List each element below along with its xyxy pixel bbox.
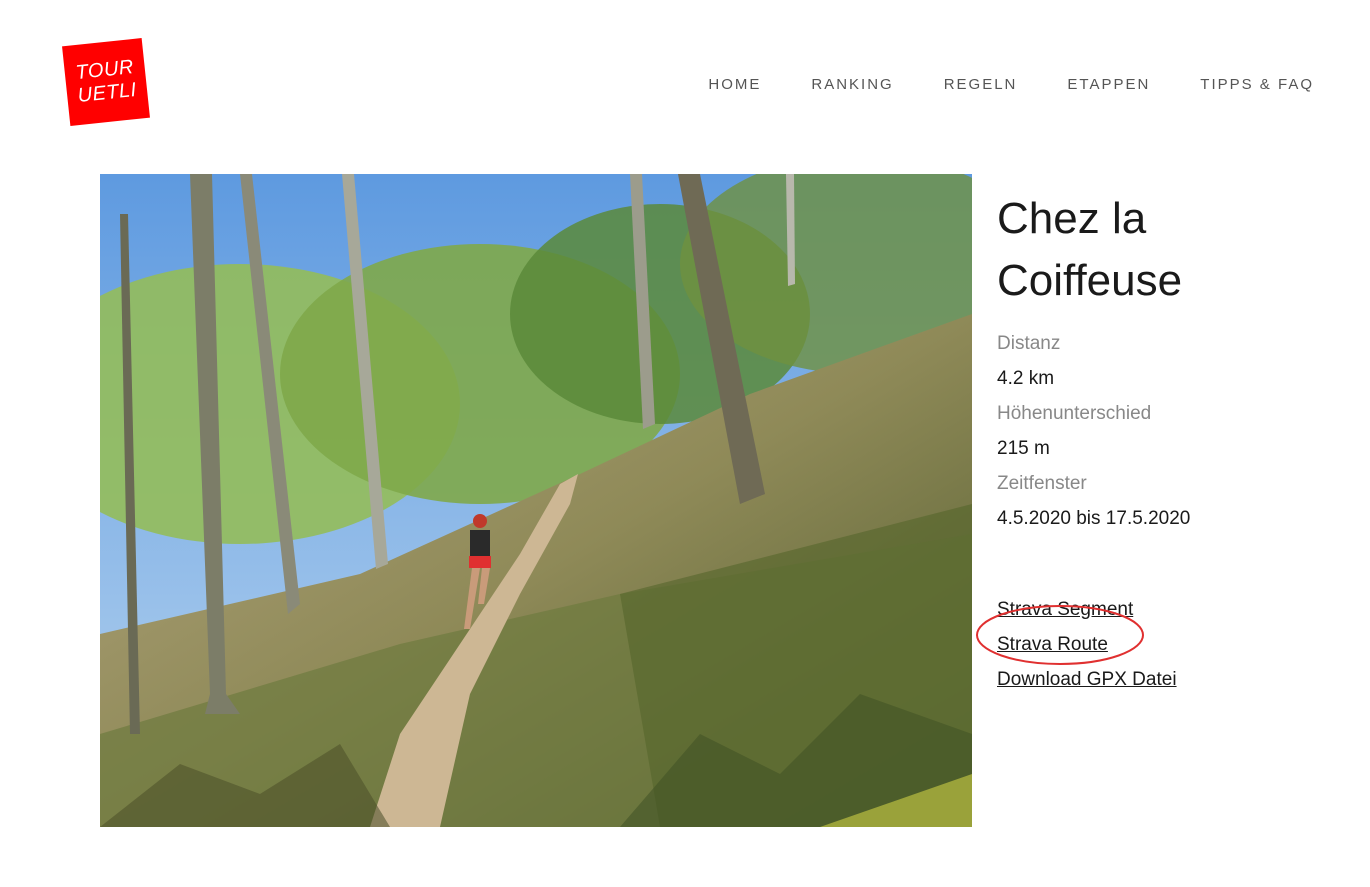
stage-links: Strava Segment Strava Route Download GPX… [997, 592, 1327, 697]
download-gpx-link[interactable]: Download GPX Datei [997, 662, 1327, 697]
stage-title-line-2: Coiffeuse [997, 256, 1183, 305]
stage-photo [100, 174, 972, 827]
distance-value: 4.2 km [997, 368, 1055, 389]
strava-segment-link[interactable]: Strava Segment [997, 592, 1327, 627]
stage-info: Chez la Coiffeuse Distanz 4.2 km Höhenun… [997, 188, 1327, 697]
nav-etappen[interactable]: ETAPPEN [1067, 76, 1150, 93]
tour-uetli-logo[interactable]: TOUR UETLI [62, 38, 150, 126]
time-window-label: Zeitfenster [997, 473, 1087, 494]
nav-ranking[interactable]: RANKING [811, 76, 893, 93]
elevation-value: 215 m [997, 438, 1050, 459]
nav-tipps-faq[interactable]: TIPPS & FAQ [1200, 76, 1314, 93]
logo-line-2: UETLI [76, 78, 138, 107]
stage-title-line-1: Chez la [997, 194, 1147, 243]
distance-label: Distanz [997, 333, 1061, 354]
main-nav: HOME RANKING REGELN ETAPPEN TIPPS & FAQ [708, 76, 1314, 93]
strava-route-link[interactable]: Strava Route [997, 627, 1327, 662]
nav-regeln[interactable]: REGELN [944, 76, 1018, 93]
time-window-value: 4.5.2020 bis 17.5.2020 [997, 508, 1191, 529]
elevation-label: Höhenunterschied [997, 403, 1152, 424]
stage-title: Chez la Coiffeuse [997, 188, 1327, 312]
nav-home[interactable]: HOME [708, 76, 761, 93]
